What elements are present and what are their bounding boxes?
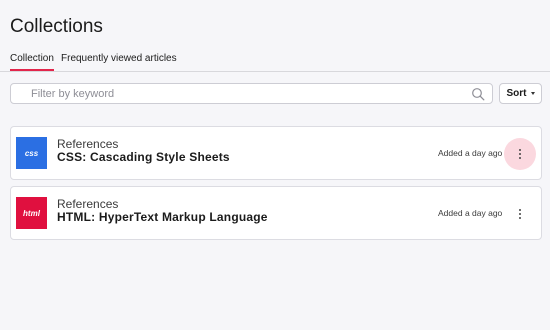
item-added-time: Added a day ago bbox=[438, 148, 503, 158]
search-icon[interactable] bbox=[471, 87, 485, 101]
sort-button[interactable]: Sort bbox=[499, 83, 542, 104]
page-title: Collections bbox=[10, 16, 103, 37]
search-box bbox=[10, 83, 493, 104]
item-title[interactable]: HTML: HyperText Markup Language bbox=[57, 210, 268, 224]
dot bbox=[519, 217, 521, 219]
more-options-button[interactable] bbox=[504, 138, 536, 170]
dot bbox=[519, 153, 521, 155]
sort-label: Sort bbox=[506, 88, 527, 99]
search-input[interactable] bbox=[31, 86, 471, 102]
list-item[interactable]: html References HTML: HyperText Markup L… bbox=[10, 186, 542, 240]
html-badge-icon: html bbox=[16, 197, 47, 229]
dot bbox=[519, 209, 521, 211]
more-options-button[interactable] bbox=[504, 198, 536, 230]
item-added-time: Added a day ago bbox=[438, 208, 503, 218]
dot bbox=[519, 157, 521, 159]
tab-frequently-viewed-articles[interactable]: Frequently viewed articles bbox=[61, 53, 177, 64]
tab-bar: Collection Frequently viewed articles bbox=[0, 50, 550, 72]
item-kicker: References bbox=[57, 137, 119, 151]
dot bbox=[519, 149, 521, 151]
dot bbox=[519, 213, 521, 215]
chevron-down-icon bbox=[530, 92, 535, 95]
tab-collection[interactable]: Collection bbox=[10, 53, 54, 71]
item-title[interactable]: CSS: Cascading Style Sheets bbox=[57, 150, 230, 164]
css-badge-icon: css bbox=[16, 137, 47, 169]
item-kicker: References bbox=[57, 197, 119, 211]
list-item[interactable]: css References CSS: Cascading Style Shee… bbox=[10, 126, 542, 180]
